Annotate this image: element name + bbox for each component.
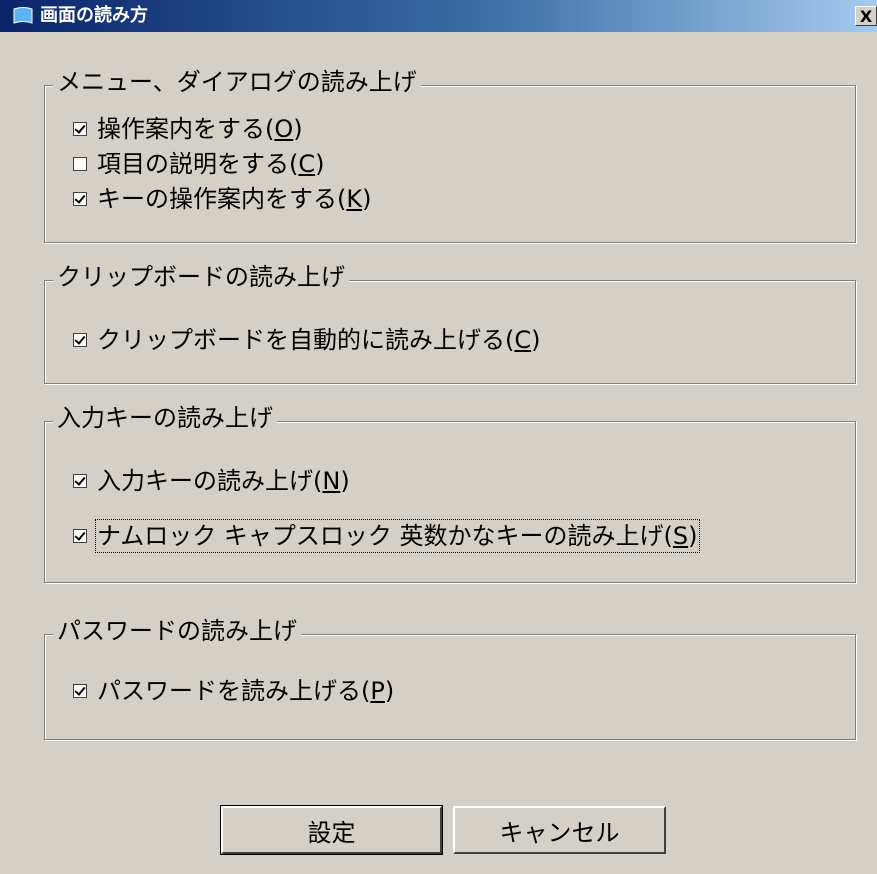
option-label: パスワードを読み上げる(P)	[97, 677, 395, 705]
cancel-button[interactable]: キャンセル	[453, 806, 666, 854]
option-label: 入力キーの読み上げ(N)	[97, 467, 350, 495]
checkbox-input-key-read[interactable]: 入力キーの読み上げ(N)	[73, 466, 350, 496]
group-legend: クリップボードの読み上げ	[53, 261, 349, 293]
checkbox-box[interactable]	[73, 684, 87, 698]
option-label: ナムロック キャプスロック 英数かなキーの読み上げ(S)	[95, 519, 700, 553]
group-menu-dialog-reading: メニュー、ダイアログの読み上げ 操作案内をする(O) 項目の説明をする(C) キ…	[44, 66, 856, 243]
option-label: キーの操作案内をする(K)	[97, 185, 372, 213]
checkbox-key-operation-guide[interactable]: キーの操作案内をする(K)	[73, 184, 372, 214]
group-input-key-reading: 入力キーの読み上げ 入力キーの読み上げ(N) ナムロック キャプスロック 英数か…	[44, 402, 856, 583]
window-title: 画面の読み方	[40, 5, 148, 26]
checkbox-box[interactable]	[73, 122, 87, 136]
group-password-reading: パスワードの読み上げ パスワードを読み上げる(P)	[44, 615, 856, 740]
group-clipboard-reading: クリップボードの読み上げ クリップボードを自動的に読み上げる(C)	[44, 261, 856, 384]
app-icon	[13, 7, 33, 24]
checkbox-lock-keys-read[interactable]: ナムロック キャプスロック 英数かなキーの読み上げ(S)	[73, 519, 700, 553]
checkbox-box[interactable]	[73, 529, 87, 543]
close-button[interactable]: X	[855, 6, 877, 26]
checkbox-box[interactable]	[73, 192, 87, 206]
checkbox-box[interactable]	[73, 333, 87, 347]
title-bar[interactable]: 画面の読み方 X	[0, 0, 877, 32]
checkbox-operation-guide[interactable]: 操作案内をする(O)	[73, 114, 303, 144]
checkbox-item-description[interactable]: 項目の説明をする(C)	[73, 149, 325, 179]
group-legend: 入力キーの読み上げ	[53, 402, 277, 434]
group-legend: パスワードの読み上げ	[53, 615, 301, 647]
checkbox-clipboard-auto-read[interactable]: クリップボードを自動的に読み上げる(C)	[73, 325, 541, 355]
ok-button[interactable]: 設定	[220, 805, 443, 855]
checkbox-box[interactable]	[73, 474, 87, 488]
group-legend: メニュー、ダイアログの読み上げ	[53, 66, 421, 98]
checkbox-box[interactable]	[73, 157, 87, 171]
option-label: 操作案内をする(O)	[97, 115, 303, 143]
settings-dialog: 画面の読み方 X メニュー、ダイアログの読み上げ 操作案内をする(O) 項目の説…	[0, 0, 877, 874]
checkbox-password-read[interactable]: パスワードを読み上げる(P)	[73, 676, 394, 706]
option-label: 項目の説明をする(C)	[97, 150, 325, 178]
option-label: クリップボードを自動的に読み上げる(C)	[97, 326, 541, 354]
